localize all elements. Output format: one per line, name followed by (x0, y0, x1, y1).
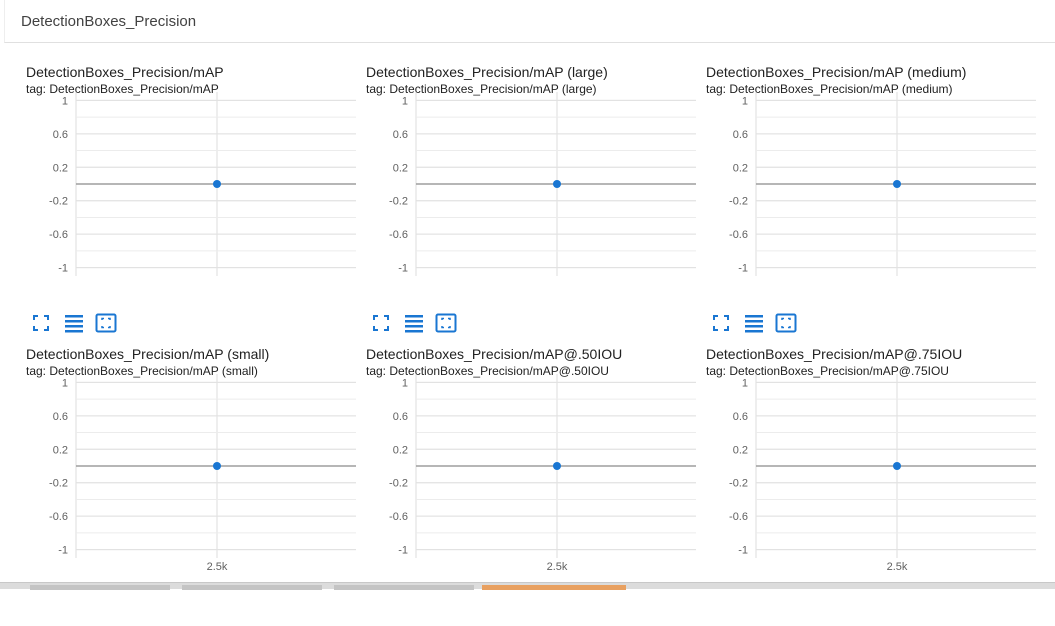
chart-toolbar (366, 312, 486, 334)
y-tick-label: 0.6 (53, 129, 68, 141)
y-tick-label: -0.6 (389, 511, 408, 523)
y-tick-label: -1 (398, 263, 408, 275)
y-tick-label: 1 (402, 95, 408, 107)
chart-toolbar (706, 312, 826, 334)
y-tick-label: -0.2 (729, 196, 748, 208)
y-tick-label: -0.2 (49, 478, 68, 490)
data-point (213, 462, 221, 470)
group-header[interactable]: DetectionBoxes_Precision (4, 0, 1055, 43)
y-tick-label: -0.6 (389, 229, 408, 241)
fit-domain-icon[interactable] (435, 312, 457, 334)
taskbar-strip (0, 582, 1055, 590)
chart-title: DetectionBoxes_Precision/mAP (medium) (706, 64, 967, 80)
toggle-log-scale-icon[interactable] (403, 312, 425, 334)
x-tick-label: 2.5k (547, 561, 568, 573)
chart-plot[interactable]: 1 0.6 0.2 -0.2 -0.6 -1 2.5k (706, 372, 1046, 573)
y-tick-label: -1 (738, 263, 748, 275)
y-tick-label: -1 (738, 545, 748, 557)
toggle-log-scale-icon[interactable] (63, 312, 85, 334)
y-tick-label: 0.6 (393, 129, 408, 141)
data-point (213, 180, 221, 188)
chart-plot[interactable]: 1 0.6 0.2 -0.2 -0.6 -1 2.5k (26, 372, 366, 573)
chart-title: DetectionBoxes_Precision/mAP (small) (26, 346, 270, 362)
toggle-log-scale-icon[interactable] (743, 312, 765, 334)
y-tick-label: 0.2 (393, 444, 408, 456)
y-tick-label: 0.2 (393, 162, 408, 174)
y-tick-label: -0.2 (49, 196, 68, 208)
data-point (893, 180, 901, 188)
y-tick-label: 1 (62, 377, 68, 389)
y-tick-label: -0.2 (389, 196, 408, 208)
group-title: DetectionBoxes_Precision (21, 13, 197, 30)
taskbar-item[interactable] (482, 585, 626, 590)
chart-toolbar (26, 312, 146, 334)
chart-card: DetectionBoxes_Precision/mAP tag: Detect… (26, 64, 366, 344)
chart-title: DetectionBoxes_Precision/mAP (large) (366, 64, 608, 80)
taskbar-item[interactable] (182, 585, 322, 590)
y-tick-label: -1 (58, 545, 68, 557)
y-tick-label: -0.2 (729, 478, 748, 490)
data-point (893, 462, 901, 470)
y-tick-label: 1 (62, 95, 68, 107)
y-tick-label: 0.6 (733, 411, 748, 423)
y-tick-label: -0.2 (389, 478, 408, 490)
chart-card: DetectionBoxes_Precision/mAP (medium) ta… (706, 64, 1046, 344)
y-tick-label: -0.6 (49, 229, 68, 241)
y-tick-label: -1 (398, 545, 408, 557)
y-tick-label: 0.2 (53, 162, 68, 174)
y-tick-label: 1 (742, 95, 748, 107)
chart-plot[interactable]: 1 0.6 0.2 -0.2 -0.6 -1 (26, 90, 366, 280)
taskbar-item[interactable] (334, 585, 474, 590)
chart-plot[interactable]: 1 0.6 0.2 -0.2 -0.6 -1 (706, 90, 1046, 280)
chart-card: DetectionBoxes_Precision/mAP (large) tag… (366, 64, 706, 344)
y-tick-label: 0.6 (393, 411, 408, 423)
y-tick-label: 0.2 (733, 162, 748, 174)
chart-plot[interactable]: 1 0.6 0.2 -0.2 -0.6 -1 (366, 90, 706, 280)
x-tick-label: 2.5k (887, 561, 908, 573)
data-point (553, 462, 561, 470)
y-tick-label: 0.2 (733, 444, 748, 456)
y-tick-label: 1 (742, 377, 748, 389)
taskbar-item[interactable] (30, 585, 170, 590)
fullscreen-icon[interactable] (710, 312, 732, 334)
chart-title: DetectionBoxes_Precision/mAP@.75IOU (706, 346, 963, 362)
fullscreen-icon[interactable] (370, 312, 392, 334)
y-tick-label: -0.6 (49, 511, 68, 523)
x-tick-label: 2.5k (207, 561, 228, 573)
y-tick-label: 0.6 (53, 411, 68, 423)
fullscreen-icon[interactable] (30, 312, 52, 334)
data-point (553, 180, 561, 188)
fit-domain-icon[interactable] (95, 312, 117, 334)
y-tick-label: 0.2 (53, 444, 68, 456)
y-tick-label: -0.6 (729, 229, 748, 241)
y-tick-label: 1 (402, 377, 408, 389)
chart-plot[interactable]: 1 0.6 0.2 -0.2 -0.6 -1 2.5k (366, 372, 706, 573)
y-tick-label: 0.6 (733, 129, 748, 141)
y-tick-label: -0.6 (729, 511, 748, 523)
chart-title: DetectionBoxes_Precision/mAP@.50IOU (366, 346, 623, 362)
chart-title: DetectionBoxes_Precision/mAP (26, 64, 224, 80)
fit-domain-icon[interactable] (775, 312, 797, 334)
y-tick-label: -1 (58, 263, 68, 275)
